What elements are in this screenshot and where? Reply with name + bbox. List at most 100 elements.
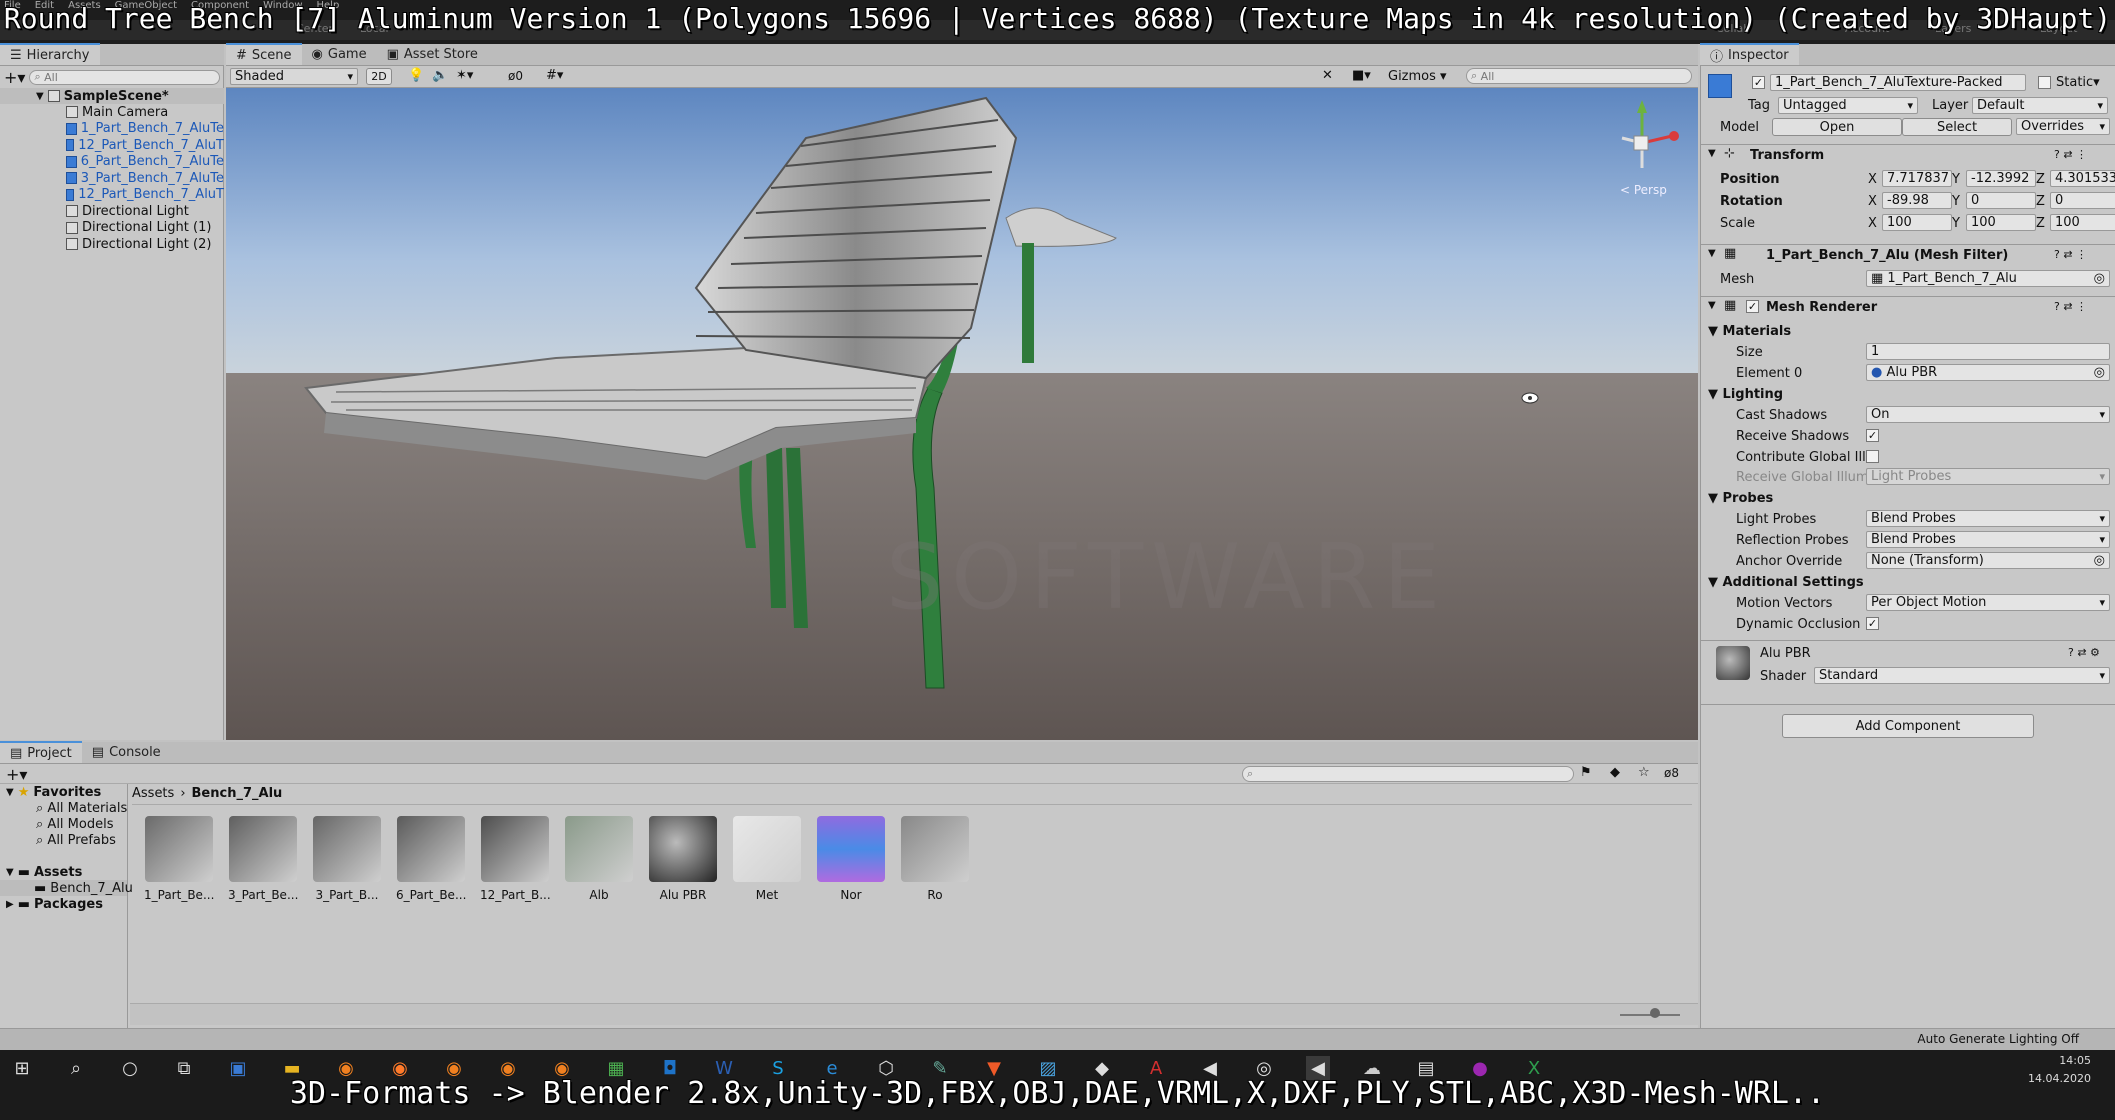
help-icon[interactable]: ? ⇄ ⚙ bbox=[2068, 646, 2100, 659]
tab-game[interactable]: ◉ Game bbox=[302, 43, 377, 65]
favorite-all-prefabs[interactable]: ⌕ All Prefabs bbox=[0, 832, 127, 848]
hidden-objects-toggle[interactable]: ø0 bbox=[508, 69, 523, 83]
help-icon[interactable]: ? ⇄ ⋮ bbox=[2054, 300, 2087, 313]
rotation-y-input[interactable]: 0 bbox=[1966, 192, 2036, 209]
hierarchy-item[interactable]: 3_Part_Bench_7_AluTe bbox=[0, 170, 224, 186]
rotation-y-label[interactable]: Y bbox=[1952, 194, 1960, 209]
scene-row[interactable]: ▼ SampleScene* bbox=[0, 88, 224, 104]
position-z-label[interactable]: Z bbox=[2036, 172, 2045, 187]
grid-snap-icon[interactable]: #▾ bbox=[546, 68, 563, 83]
element0-field[interactable]: ● Alu PBR ◎ bbox=[1866, 364, 2110, 381]
asset-item[interactable]: Met bbox=[732, 816, 802, 902]
anchor-override-field[interactable]: None (Transform) ◎ bbox=[1866, 552, 2110, 569]
rotation-z-label[interactable]: Z bbox=[2036, 194, 2045, 209]
rotation-x-label[interactable]: X bbox=[1868, 194, 1877, 209]
mesh-renderer-enabled-checkbox[interactable]: ✓ bbox=[1746, 300, 1759, 313]
contribute-gi-checkbox[interactable] bbox=[1866, 450, 1879, 463]
position-y-input[interactable]: -12.3992 bbox=[1966, 170, 2036, 187]
cast-shadows-dropdown[interactable]: On bbox=[1866, 406, 2110, 423]
tab-hierarchy[interactable]: ☰ Hierarchy bbox=[0, 43, 100, 65]
rotation-z-input[interactable]: 0 bbox=[2050, 192, 2115, 209]
hierarchy-item[interactable]: Directional Light (2) bbox=[0, 236, 224, 252]
asset-item[interactable]: 1_Part_Be... bbox=[144, 816, 214, 902]
hierarchy-item[interactable]: Main Camera bbox=[0, 104, 224, 120]
layer-dropdown[interactable]: Default bbox=[1972, 97, 2108, 114]
scale-y-input[interactable]: 100 bbox=[1966, 214, 2036, 231]
probes-foldout[interactable]: ▼ Probes bbox=[1708, 491, 1773, 506]
tools-icon[interactable]: ✕ bbox=[1322, 68, 1333, 83]
receive-shadows-checkbox[interactable]: ✓ bbox=[1866, 429, 1879, 442]
zoom-slider-handle[interactable] bbox=[1650, 1008, 1660, 1018]
hidden-packages-toggle[interactable]: ø8 bbox=[1664, 766, 1679, 780]
foldout-arrow-icon[interactable]: ▼ bbox=[1708, 248, 1716, 259]
overrides-dropdown[interactable]: Overrides bbox=[2016, 118, 2110, 135]
folder-bench7alu[interactable]: ▬ Bench_7_Alu bbox=[0, 880, 133, 896]
foldout-arrow-icon[interactable]: ▼ bbox=[1708, 300, 1716, 311]
hierarchy-item[interactable]: Directional Light (1) bbox=[0, 220, 224, 236]
add-component-button[interactable]: Add Component bbox=[1782, 714, 2034, 738]
light-icon[interactable]: 💡 bbox=[408, 68, 424, 83]
select-button[interactable]: Select bbox=[1902, 118, 2012, 136]
hierarchy-item[interactable]: Directional Light bbox=[0, 203, 224, 219]
scale-z-label[interactable]: Z bbox=[2036, 216, 2045, 231]
shader-dropdown[interactable]: Standard bbox=[1814, 667, 2110, 684]
tab-project[interactable]: ▤ Project bbox=[0, 741, 82, 763]
shading-mode-dropdown[interactable]: Shaded bbox=[230, 68, 358, 85]
static-dropdown[interactable]: Static▾ bbox=[2056, 75, 2100, 90]
tab-console[interactable]: ▤ Console bbox=[82, 741, 171, 763]
foldout-arrow-icon[interactable]: ▼ bbox=[1708, 148, 1716, 159]
light-probes-dropdown[interactable]: Blend Probes bbox=[1866, 510, 2110, 527]
2d-toggle[interactable]: 2D bbox=[366, 68, 392, 85]
reflection-probes-dropdown[interactable]: Blend Probes bbox=[1866, 531, 2110, 548]
hierarchy-item[interactable]: 1_Part_Bench_7_AluTe bbox=[0, 121, 224, 137]
scene-search-input[interactable]: ⌕ All bbox=[1466, 68, 1692, 84]
dynamic-occlusion-checkbox[interactable]: ✓ bbox=[1866, 617, 1879, 630]
scale-y-label[interactable]: Y bbox=[1952, 216, 1960, 231]
hierarchy-item[interactable]: 6_Part_Bench_7_AluTe bbox=[0, 154, 224, 170]
tab-asset-store[interactable]: ▣ Asset Store bbox=[377, 43, 488, 65]
asset-item[interactable]: Alb bbox=[564, 816, 634, 902]
favorites-row[interactable]: ▼ ★ Favorites bbox=[0, 784, 127, 800]
assets-folder[interactable]: ▼ ▬ Assets bbox=[0, 864, 127, 880]
open-button[interactable]: Open bbox=[1772, 118, 1902, 136]
motion-vectors-dropdown[interactable]: Per Object Motion bbox=[1866, 594, 2110, 611]
mesh-field[interactable]: ▦ 1_Part_Bench_7_Alu ◎ bbox=[1866, 270, 2110, 287]
favorite-star-icon[interactable]: ☆ bbox=[1638, 765, 1650, 780]
position-x-input[interactable]: 7.717837 bbox=[1882, 170, 1952, 187]
tab-scene[interactable]: # Scene bbox=[226, 43, 302, 65]
asset-item[interactable]: Ro bbox=[900, 816, 970, 902]
filter-type-icon[interactable]: ⚑ bbox=[1580, 765, 1592, 780]
filter-label-icon[interactable]: ◆ bbox=[1610, 765, 1620, 780]
asset-item[interactable]: Nor bbox=[816, 816, 886, 902]
object-picker-icon[interactable]: ◎ bbox=[2094, 553, 2105, 568]
scale-z-input[interactable]: 100 bbox=[2050, 214, 2115, 231]
position-x-label[interactable]: X bbox=[1868, 172, 1877, 187]
packages-folder[interactable]: ▶ ▬ Packages bbox=[0, 896, 127, 912]
persp-label[interactable]: < Persp bbox=[1620, 183, 1667, 197]
scale-x-label[interactable]: X bbox=[1868, 216, 1877, 231]
asset-item[interactable]: 6_Part_Be... bbox=[396, 816, 466, 902]
scene-viewport[interactable]: SOFTWARE < Persp bbox=[226, 88, 1698, 740]
favorite-all-materials[interactable]: ⌕ All Materials bbox=[0, 800, 127, 816]
object-picker-icon[interactable]: ◎ bbox=[2094, 271, 2105, 286]
asset-item[interactable]: 12_Part_B... bbox=[480, 816, 551, 902]
tab-inspector[interactable]: ⓘ Inspector bbox=[1700, 43, 1799, 65]
create-button[interactable]: +▾ bbox=[4, 68, 25, 87]
breadcrumb-bench7alu[interactable]: Bench_7_Alu bbox=[192, 786, 283, 802]
lighting-foldout[interactable]: ▼ Lighting bbox=[1708, 387, 1783, 402]
size-input[interactable]: 1 bbox=[1866, 343, 2110, 360]
position-y-label[interactable]: Y bbox=[1952, 172, 1960, 187]
help-icon[interactable]: ? ⇄ ⋮ bbox=[2054, 248, 2087, 261]
help-icon[interactable]: ? ⇄ ⋮ bbox=[2054, 148, 2087, 161]
additional-settings-foldout[interactable]: ▼ Additional Settings bbox=[1708, 575, 1864, 590]
breadcrumb-assets[interactable]: Assets bbox=[132, 786, 174, 802]
eye-icon[interactable] bbox=[1521, 392, 1539, 404]
position-z-input[interactable]: 4.301533 bbox=[2050, 170, 2115, 187]
hierarchy-item[interactable]: 12_Part_Bench_7_AluT bbox=[0, 137, 224, 153]
static-checkbox[interactable] bbox=[2038, 76, 2051, 89]
object-picker-icon[interactable]: ◎ bbox=[2094, 365, 2105, 380]
effects-icon[interactable]: ✶▾ bbox=[456, 68, 473, 83]
asset-item[interactable]: Alu PBR bbox=[648, 816, 718, 902]
hierarchy-item[interactable]: 12_Part_Bench_7_AluT bbox=[0, 187, 224, 203]
asset-item[interactable]: 3_Part_B... bbox=[312, 816, 382, 902]
